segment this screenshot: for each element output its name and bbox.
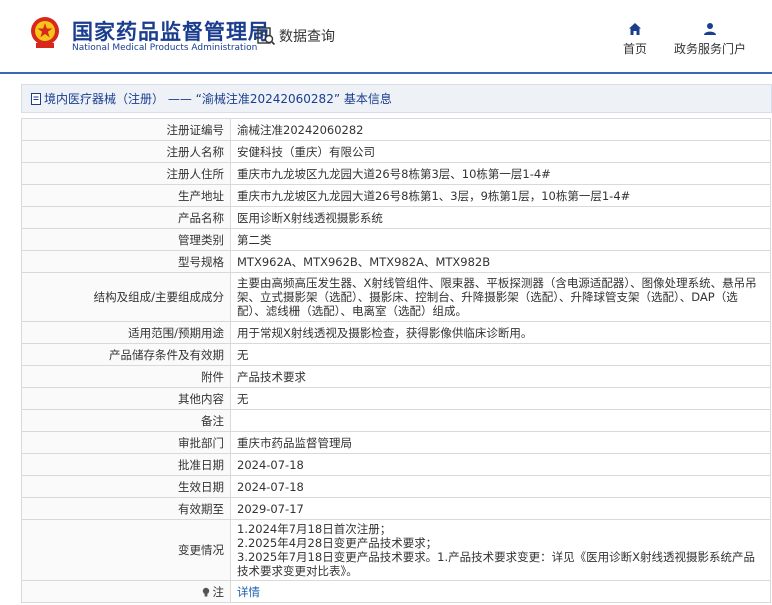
row-value: 重庆市九龙坡区九龙园大道26号8栋第3层、10栋第一层1-4#	[230, 162, 771, 185]
row-label: 生产地址	[21, 184, 231, 207]
row-value: 无	[230, 343, 771, 366]
row-label: 管理类别	[21, 228, 231, 251]
bulb-icon	[202, 587, 209, 596]
table-row: 产品储存条件及有效期 无	[21, 343, 771, 366]
table-row: 生效日期 2024-07-18	[21, 475, 771, 498]
change-history: 1.2024年7月18日首次注册； 2.2025年4月28日变更产品技术要求； …	[230, 519, 771, 581]
header-divider	[0, 72, 772, 74]
row-value: 2029-07-17	[230, 497, 771, 520]
panel-heading-text: 境内医疗器械（注册） —— “渝械注准20242060282” 基本信息	[44, 92, 392, 106]
home-icon	[629, 23, 641, 35]
site-title[interactable]: 国家药品监督管理局	[72, 16, 270, 46]
row-label: 适用范围/预期用途	[21, 321, 231, 344]
nav-home-label: 首页	[622, 42, 647, 56]
row-label: 附件	[21, 365, 231, 388]
row-value: 无	[230, 387, 771, 410]
row-label: 审批部门	[21, 431, 231, 454]
row-label: 型号规格	[21, 250, 231, 273]
data-query-link[interactable]: 数据查询	[256, 26, 335, 46]
row-label: 注册证编号	[21, 118, 231, 141]
table-row: 管理类别 第二类	[21, 228, 771, 251]
detail-panel: 境内医疗器械（注册） —— “渝械注准20242060282” 基本信息 注册证…	[21, 84, 772, 603]
table-row: 生产地址 重庆市九龙坡区九龙园大道26号8栋第1、3层，9栋第1层，10栋第一层…	[21, 184, 771, 207]
row-label: 有效期至	[21, 497, 231, 520]
row-value: MTX962A、MTX962B、MTX982A、MTX982B	[230, 250, 771, 273]
change-line: 1.2024年7月18日首次注册；	[237, 522, 392, 536]
row-label: 结构及组成/主要组成成分	[21, 272, 231, 322]
data-query-label: 数据查询	[279, 29, 335, 45]
row-value: 产品技术要求	[230, 365, 771, 388]
table-row: 有效期至 2029-07-17	[21, 497, 771, 520]
table-row: 注册人住所 重庆市九龙坡区九龙园大道26号8栋第3层、10栋第一层1-4#	[21, 162, 771, 185]
row-label: 注册人名称	[21, 140, 231, 163]
details-link[interactable]: 详情	[237, 585, 260, 599]
table-row: 结构及组成/主要组成成分 主要由高频高压发生器、X射线管组件、限束器、平板探测器…	[21, 272, 771, 322]
row-value	[230, 409, 771, 432]
row-label: 备注	[21, 409, 231, 432]
change-line: 3.2025年7月18日变更产品技术要求。1.产品技术要求变更：详见《医用诊断X…	[237, 550, 756, 578]
row-value: 第二类	[230, 228, 771, 251]
table-row: 审批部门 重庆市药品监督管理局	[21, 431, 771, 454]
row-label: 批准日期	[21, 453, 231, 476]
row-value: 安健科技（重庆）有限公司	[230, 140, 771, 163]
site-header: 国家药品监督管理局 National Medical Products Admi…	[0, 0, 772, 72]
table-row: 注册证编号 渝械注准20242060282	[21, 118, 771, 141]
nav-gov-label: 政务服务门户	[673, 42, 746, 56]
row-value: 主要由高频高压发生器、X射线管组件、限束器、平板探测器（含电源适配器）、图像处理…	[230, 272, 771, 322]
site-subtitle: National Medical Products Administration	[72, 43, 258, 53]
document-icon	[31, 92, 41, 105]
row-value: 用于常规X射线透视及摄影检查，获得影像供临床诊断用。	[230, 321, 771, 344]
row-label: 产品名称	[21, 206, 231, 229]
table-row-changes: 变更情况 1.2024年7月18日首次注册； 2.2025年4月28日变更产品技…	[21, 519, 771, 581]
row-value: 2024-07-18	[230, 475, 771, 498]
row-label: 其他内容	[21, 387, 231, 410]
table-row: 批准日期 2024-07-18	[21, 453, 771, 476]
national-emblem-icon	[31, 17, 59, 48]
table-row: 备注	[21, 409, 771, 432]
table-row: 附件 产品技术要求	[21, 365, 771, 388]
row-value: 渝械注准20242060282	[230, 118, 771, 141]
row-label: 注册人住所	[21, 162, 231, 185]
table-row-footnote: 注 详情	[21, 580, 771, 603]
detail-table: 注册证编号 渝械注准20242060282 注册人名称 安健科技（重庆）有限公司…	[21, 118, 771, 603]
nav-home[interactable]: 首页	[620, 22, 650, 57]
table-row: 注册人名称 安健科技（重庆）有限公司	[21, 140, 771, 163]
table-row: 产品名称 医用诊断X射线透视摄影系统	[21, 206, 771, 229]
row-value: 医用诊断X射线透视摄影系统	[230, 206, 771, 229]
panel-heading: 境内医疗器械（注册） —— “渝械注准20242060282” 基本信息	[21, 84, 772, 113]
row-value: 重庆市九龙坡区九龙园大道26号8栋第1、3层，9栋第1层，10栋第一层1-4#	[230, 184, 771, 207]
row-value: 重庆市药品监督管理局	[230, 431, 771, 454]
footnote-value: 详情	[230, 580, 771, 603]
table-row: 适用范围/预期用途 用于常规X射线透视及摄影检查，获得影像供临床诊断用。	[21, 321, 771, 344]
table-row: 型号规格 MTX962A、MTX962B、MTX982A、MTX982B	[21, 250, 771, 273]
row-label: 变更情况	[21, 519, 231, 581]
data-query-icon	[257, 27, 276, 46]
row-value: 2024-07-18	[230, 453, 771, 476]
change-line: 2.2025年4月28日变更产品技术要求；	[237, 536, 438, 550]
footnote-label: 注	[212, 584, 225, 599]
row-label: 生效日期	[21, 475, 231, 498]
table-row: 其他内容 无	[21, 387, 771, 410]
nav-gov-service[interactable]: 政务服务门户	[670, 22, 750, 57]
row-label: 产品储存条件及有效期	[21, 343, 231, 366]
footnote-label-cell: 注	[21, 580, 231, 603]
user-icon	[704, 23, 716, 35]
